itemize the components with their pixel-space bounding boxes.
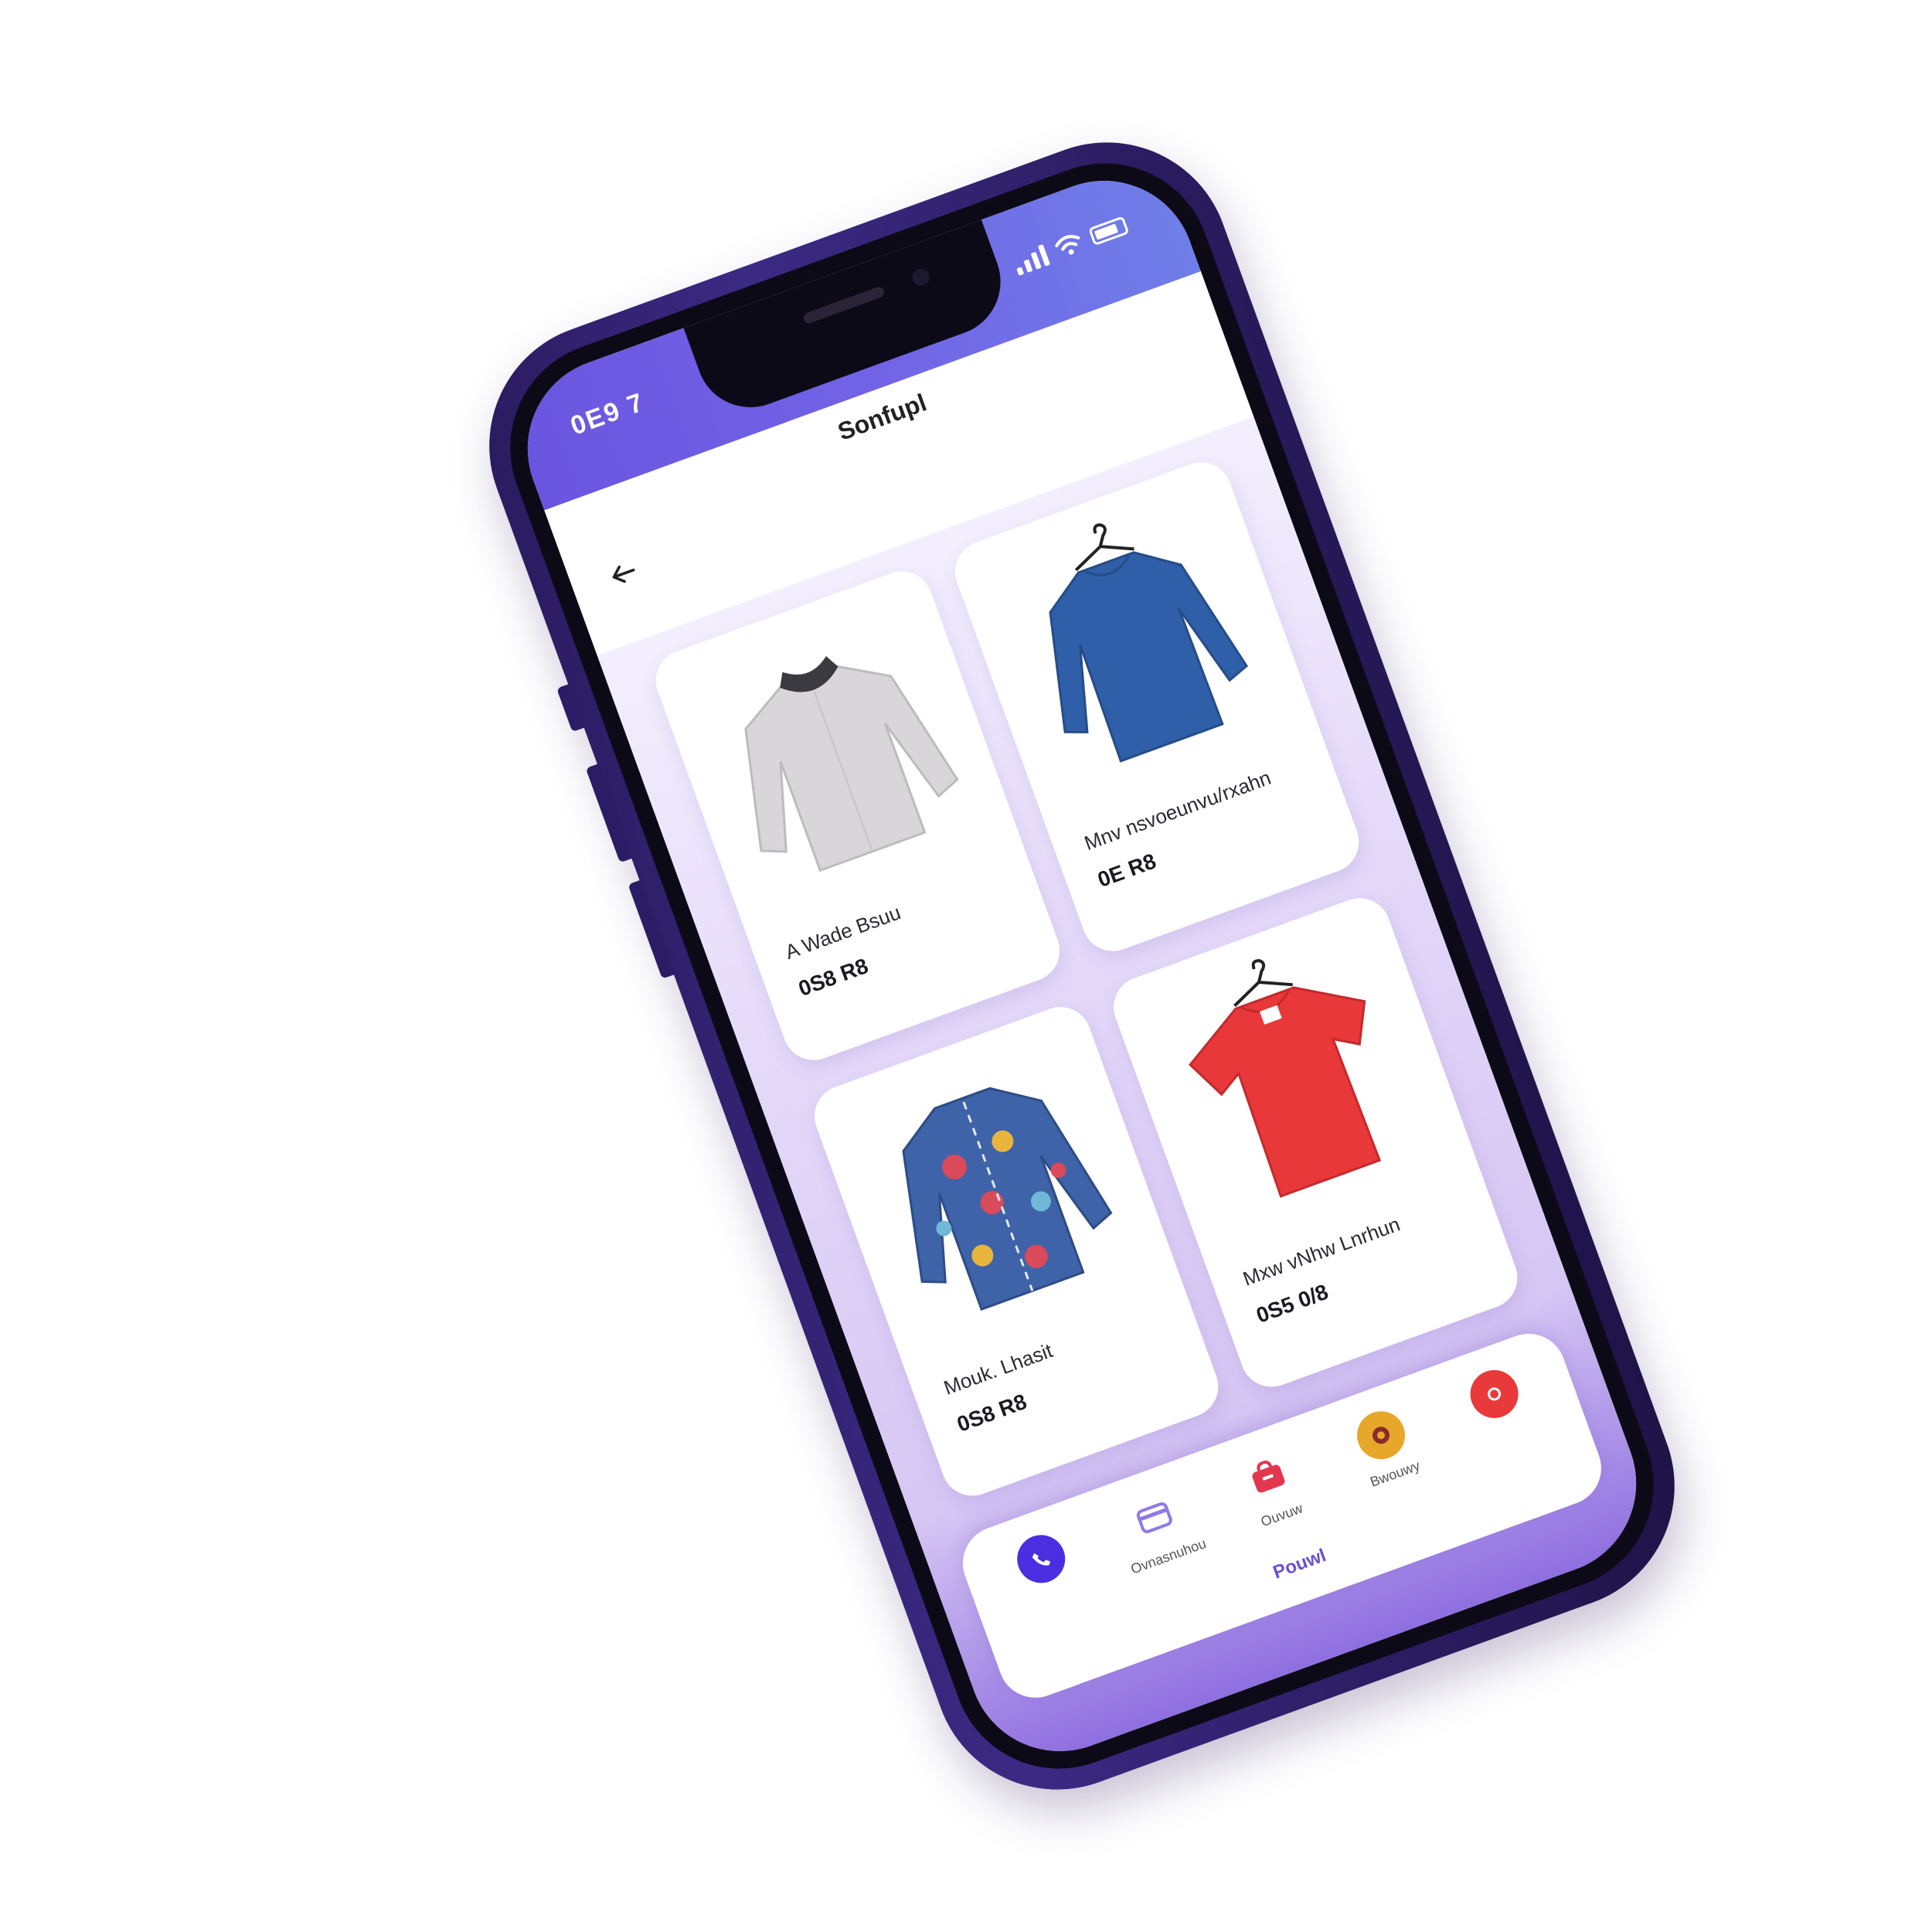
nav-label: Ovnasnuhou — [1128, 1535, 1209, 1577]
bag-icon — [1236, 1445, 1299, 1508]
status-time: 0E9 7 — [566, 387, 649, 441]
product-price: 0E R8 — [1094, 849, 1159, 893]
wifi-icon — [1055, 235, 1080, 255]
mute-switch — [556, 683, 586, 733]
nav-item-record[interactable] — [1435, 1353, 1556, 1444]
battery-icon — [1088, 216, 1130, 247]
blue-sweater-image — [1049, 523, 1249, 763]
red-tshirt-image — [1189, 959, 1382, 1198]
phone-screen: 0E9 7 Sonfupl A Wade Bsuu 0S8 R8 Mnv nsv… — [502, 155, 1662, 1777]
nav-item-bag[interactable]: Ouvuw — [1209, 1436, 1335, 1542]
speaker-grille — [801, 285, 886, 325]
signal-icon — [1011, 243, 1051, 276]
coin-icon — [1350, 1404, 1412, 1466]
nav-item-coin[interactable]: Bwouwy — [1322, 1394, 1449, 1500]
nav-label: Bwouwy — [1368, 1458, 1423, 1490]
record-icon — [1463, 1363, 1526, 1425]
nav-label: Ouvuw — [1258, 1500, 1305, 1530]
stage: 0E9 7 Sonfupl A Wade Bsuu 0S8 R8 Mnv nsv… — [0, 0, 1932, 1932]
product-price: 0S8 R8 — [954, 1389, 1030, 1437]
floral-jacket-image — [902, 1087, 1113, 1311]
back-arrow-icon[interactable] — [601, 552, 645, 595]
phone-frame: 0E9 7 Sonfupl A Wade Bsuu 0S8 R8 Mnv nsv… — [454, 107, 1709, 1825]
status-icons — [1011, 213, 1130, 276]
nav-item-card[interactable]: Ovnasnuhou — [1095, 1477, 1222, 1583]
product-price: 0S5 0/8 — [1253, 1279, 1332, 1328]
app-content: Sonfupl A Wade Bsuu 0S8 R8 Mnv nsvoeunvu… — [544, 271, 1662, 1777]
phone-icon — [1010, 1528, 1072, 1590]
nav-item-phone[interactable] — [982, 1518, 1104, 1608]
grey-sweater-image — [744, 656, 959, 872]
product-price: 0S8 R8 — [795, 953, 872, 1001]
product-grid: A Wade Bsuu 0S8 R8 Mnv nsvoeunvu/rxahn 0… — [647, 454, 1526, 1505]
card-icon — [1124, 1487, 1185, 1549]
front-camera — [910, 266, 932, 288]
